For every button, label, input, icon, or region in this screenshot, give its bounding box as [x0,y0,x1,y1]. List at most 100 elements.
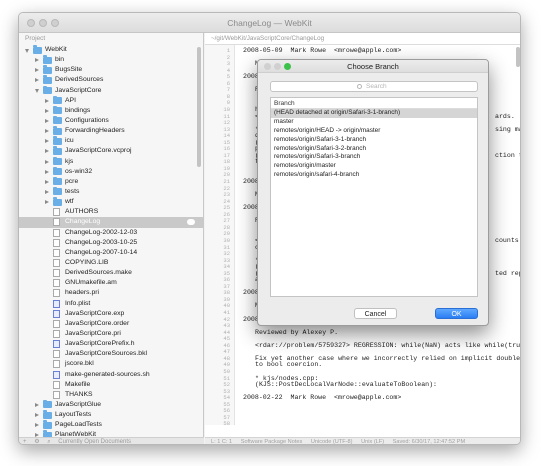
file-icon [53,228,60,237]
sidebar-folder-item[interactable]: icu [19,136,203,146]
cursor-position[interactable]: L: 1 C: 1 [211,439,232,444]
folder-icon [53,115,62,125]
tree-item-label: THANKS [65,390,93,398]
tree-item-label: JavaScriptCore [55,86,102,94]
sidebar-folder-item[interactable]: API [19,95,203,106]
sidebar-folder-item[interactable]: pcre [19,176,203,187]
branch-row[interactable]: remotes/origin/Safari-3-branch [271,153,477,162]
disclosure-collapsed-icon[interactable] [45,108,49,113]
tree-item-label: Configurations [65,116,109,124]
disclosure-collapsed-icon[interactable] [45,179,49,184]
sidebar-file-item[interactable]: Makefile [19,380,203,390]
sidebar-folder-item[interactable]: JavaScriptGlue [19,399,203,410]
gear-icon[interactable]: ⚙ [34,439,39,444]
sidebar-file-item[interactable]: JavaScriptCoreSources.bkl [19,349,203,359]
disclosure-collapsed-icon[interactable] [35,402,39,407]
sidebar-folder-item[interactable]: ForwardingHeaders [19,126,203,136]
branch-row[interactable]: remotes/origin/master [271,162,477,171]
sidebar-file-item[interactable]: COPYING.LIB [19,258,203,268]
sidebar-folder-item[interactable]: LayoutTests [19,410,203,420]
sidebar-file-item[interactable]: headers.pri [19,288,203,298]
sidebar-file-item[interactable]: JavaScriptCore.exp [19,309,203,319]
sidebar-file-item[interactable]: JavaScriptCore.order [19,319,203,329]
sidebar-folder-item[interactable]: BugsSite [19,65,203,75]
disclosure-expanded-icon[interactable] [25,48,29,53]
disclosure-collapsed-icon[interactable] [45,98,49,103]
disclosure-collapsed-icon[interactable] [35,78,39,83]
tree-item-label: tests [65,187,80,195]
branch-row[interactable]: remotes/origin/safari-4-branch [271,171,477,180]
search-icon [357,84,362,89]
branch-row[interactable]: remotes/origin/Safari-3-2-branch [271,145,477,154]
sidebar-scrollbar[interactable] [197,47,201,167]
disclosure-collapsed-icon[interactable] [35,423,39,428]
sidebar-folder-item[interactable]: bin [19,55,203,65]
search-icon[interactable]: ⌕ [47,439,50,444]
branch-row[interactable]: master [271,118,477,127]
disclosure-collapsed-icon[interactable] [45,149,49,154]
tree-item-label: JavaScriptGlue [55,400,102,408]
cancel-button[interactable]: Cancel [354,308,397,319]
sidebar-folder-item[interactable]: os-win32 [19,166,203,177]
sidebar-folder-item[interactable]: Configurations [19,115,203,126]
editor-scrollbar[interactable] [516,47,520,67]
branch-column-header[interactable]: Branch [271,98,477,109]
branch-search-input[interactable]: Search [270,81,478,92]
sidebar-folder-item[interactable]: tests [19,186,203,197]
sidebar-folder-item[interactable]: DerivedSources [19,75,203,85]
sidebar-folder-item[interactable]: JavaScriptCore [19,85,203,96]
sidebar-file-item[interactable]: Info.plist [19,299,203,309]
sidebar-folder-item[interactable]: WebKit [19,45,203,55]
add-icon[interactable]: + [23,439,27,444]
disclosure-collapsed-icon[interactable] [35,68,39,73]
sidebar-file-item[interactable]: ChangeLog-2007-10-14 [19,248,203,258]
folder-icon [43,75,52,84]
tree-item-label: os-win32 [65,167,93,175]
sidebar-file-item[interactable]: GNUmakefile.am [19,278,203,288]
file-icon [53,208,60,217]
branch-row[interactable]: remotes/origin/HEAD -> origin/master [271,127,477,136]
sidebar-folder-item[interactable]: kjs [19,156,203,167]
branch-row[interactable]: remotes/origin/Safari-3-1-branch [271,136,477,145]
tree-item-label: bin [55,56,65,64]
sidebar-file-item[interactable]: DerivedSources.make [19,268,203,278]
line-endings[interactable]: Unix (LF) [361,439,384,444]
disclosure-collapsed-icon[interactable] [45,189,49,194]
project-tree: WebKit bin BugsSite DerivedSources JavaScrip… [19,45,203,444]
disclosure-collapsed-icon[interactable] [45,200,49,205]
disclosure-collapsed-icon[interactable] [45,118,49,123]
disclosure-collapsed-icon[interactable] [45,169,49,174]
ok-button[interactable]: OK [435,308,478,319]
branch-list[interactable]: Branch (HEAD detached at origin/Safari-3… [270,97,478,297]
dialog-zoom-icon[interactable] [284,63,291,70]
disclosure-collapsed-icon[interactable] [45,129,49,134]
sidebar-file-item[interactable]: ChangeLog [19,217,203,228]
disclosure-collapsed-icon[interactable] [45,159,49,164]
sidebar-folder-item[interactable]: PageLoadTests [19,420,203,430]
disclosure-collapsed-icon[interactable] [45,139,49,144]
sidebar-folder-item[interactable]: JavaScriptCore.vcproj [19,146,203,156]
sidebar-file-item[interactable]: ChangeLog-2003-10-25 [19,238,203,248]
status-bar: L: 1 C: 1 Software Package Notes Unicode… [205,437,520,444]
sidebar-file-item[interactable]: JavaScriptCorePrefix.h [19,339,203,349]
dialog-minimize-icon[interactable] [274,63,281,70]
sidebar-file-item[interactable]: AUTHORS [19,207,203,217]
sidebar-folder-item[interactable]: wtf [19,197,203,207]
disclosure-collapsed-icon[interactable] [35,413,39,418]
disclosure-collapsed-icon[interactable] [35,58,39,63]
branch-row[interactable]: (HEAD detached at origin/Safari-3-1-bran… [271,109,477,118]
disclosure-expanded-icon[interactable] [35,89,39,94]
sidebar-file-item[interactable]: THANKS [19,390,203,400]
sidebar-file-item[interactable]: make-generated-sources.sh [19,370,203,380]
text-encoding[interactable]: Unicode (UTF-8) [311,439,353,444]
dialog-close-icon[interactable] [264,63,271,70]
syntax-mode[interactable]: Software Package Notes [241,439,303,444]
file-path-bar[interactable]: ~/git/WebKit/JavaScriptCore/ChangeLog [205,33,520,45]
sidebar-file-item[interactable]: jscore.bkl [19,359,203,369]
sidebar-file-item[interactable]: ChangeLog-2002-12-03 [19,228,203,238]
tree-item-label: AUTHORS [65,208,99,216]
file-icon [53,218,60,227]
sidebar-folder-item[interactable]: bindings [19,105,203,116]
code-line-fragment: sing ma [495,125,521,133]
sidebar-file-item[interactable]: JavaScriptCore.pri [19,329,203,339]
